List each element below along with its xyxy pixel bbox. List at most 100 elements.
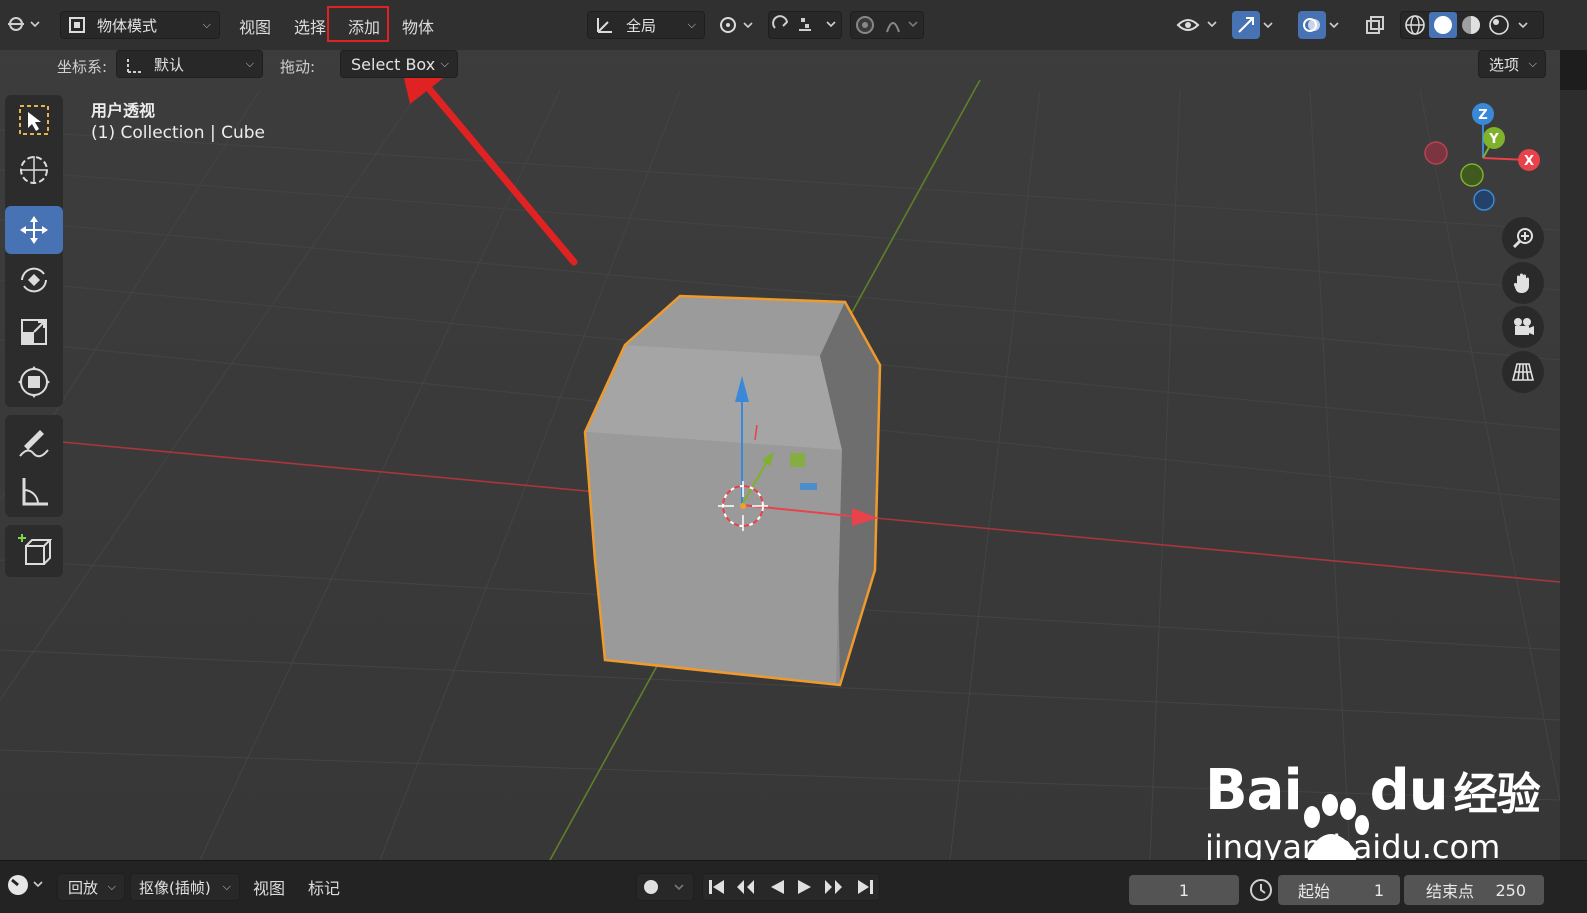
proportional-edit-button[interactable] [850, 11, 924, 39]
watermark-brand: Bai du 经验 [1205, 758, 1541, 863]
menu-select[interactable]: 选择 [294, 14, 326, 38]
solid-shading-icon[interactable] [1429, 12, 1457, 38]
pivot-point-button[interactable] [716, 11, 760, 39]
drag-action-dropdown[interactable]: Select Box ⌵ [340, 50, 458, 78]
hand-icon [1513, 273, 1529, 293]
measure-icon [22, 478, 48, 506]
jump-start-icon[interactable] [706, 877, 728, 897]
auto-keying-button[interactable] [636, 873, 694, 901]
transform-tool[interactable] [5, 358, 63, 406]
scale-tool[interactable] [5, 308, 63, 356]
clock-icon[interactable] [1248, 877, 1274, 903]
clock-icon [8, 875, 43, 895]
timeline-bar: 回放 ⌵ 抠像(插帧) ⌵ 视图 标记 1 起始 1 结束点 250 [0, 860, 1587, 913]
next-keyframe-icon[interactable] [822, 877, 848, 897]
tool-settings-bar: 坐标系: 默认 ⌵ 拖动: Select Box ⌵ 选项 ⌵ [0, 44, 1587, 86]
jump-end-icon[interactable] [854, 877, 876, 897]
overlay-icon [1298, 11, 1326, 39]
menu-object[interactable]: 物体 [402, 14, 434, 38]
start-frame-label: 起始 [1298, 882, 1331, 901]
end-frame-field[interactable]: 结束点 250 [1404, 875, 1544, 905]
drag-action-value: Select Box [351, 54, 436, 74]
transform-orientation-icon [127, 58, 142, 73]
timeline-menu-marker[interactable]: 标记 [308, 875, 340, 899]
chevron-down-icon[interactable] [1513, 14, 1535, 36]
current-frame-value: 1 [1178, 880, 1190, 900]
timeline-menu-view[interactable]: 视图 [253, 875, 285, 899]
object-mode-dropdown[interactable]: 物体模式 ⌵ [60, 11, 220, 39]
viewport-sidebar-edge[interactable] [1560, 90, 1587, 860]
view-name: 用户透视 [91, 101, 156, 120]
start-frame-value: 1 [1373, 880, 1384, 900]
watermark-brand-text: Bai [1205, 758, 1303, 823]
current-frame-field[interactable]: 1 [1129, 875, 1239, 905]
transform-orientation-icon [597, 18, 612, 33]
watermark-brand-text-2: du [1369, 758, 1449, 823]
editor-type-button[interactable] [6, 10, 50, 38]
perspective-toggle-button[interactable] [1502, 351, 1544, 393]
neg-y-axis-handle[interactable] [1460, 163, 1484, 187]
transform-icon [18, 366, 50, 398]
camera-icon [1514, 318, 1534, 335]
material-shading-icon[interactable] [1457, 14, 1485, 36]
select-box-tool[interactable] [5, 96, 63, 144]
end-frame-value: 250 [1495, 880, 1526, 900]
collection-info: (1) Collection | Cube [91, 123, 266, 143]
record-icon [644, 880, 684, 894]
navigation-gizmo[interactable]: Z Y X [1418, 98, 1548, 218]
end-frame-label: 结束点 [1426, 882, 1475, 901]
snap-icon [772, 15, 836, 31]
chevron-down-icon: ⌵ [1528, 57, 1537, 70]
keying-menu[interactable]: 抠像(插帧) ⌵ [130, 873, 240, 901]
grid-view-icon [1511, 363, 1535, 381]
play-icon[interactable] [794, 877, 816, 897]
snap-button[interactable] [768, 11, 842, 39]
annotate-tool[interactable] [5, 418, 63, 466]
add-cube-tool[interactable] [5, 528, 63, 576]
gizmo-toggle[interactable] [1232, 11, 1284, 39]
prev-keyframe-icon[interactable] [734, 877, 760, 897]
menu-view[interactable]: 视图 [239, 14, 271, 38]
object-mode-label: 物体模式 [97, 16, 158, 35]
rotate-tool[interactable] [5, 256, 63, 304]
visibility-dropdown[interactable] [1176, 11, 1224, 39]
rendered-shading-icon[interactable] [1485, 14, 1513, 36]
keying-menu-label: 抠像(插帧) [139, 878, 211, 897]
coord-label: 坐标系: [57, 58, 108, 76]
select-box-icon [19, 105, 49, 135]
blender-window: 物体模式 ⌵ 视图 选择 添加 物体 全局 ⌵ 坐标系: 默认 ⌵ 拖动: Se… [0, 0, 1587, 913]
camera-view-button[interactable] [1502, 306, 1544, 348]
overlay-toggle[interactable] [1298, 11, 1350, 39]
start-frame-field[interactable]: 起始 1 [1278, 875, 1400, 905]
playback-controls [702, 873, 880, 901]
wireframe-shading-icon[interactable] [1401, 14, 1429, 36]
chevron-down-icon: ⌵ [202, 18, 211, 31]
chevron-down-icon: ⌵ [245, 57, 254, 70]
chevron-down-icon [1263, 22, 1273, 29]
play-reverse-icon[interactable] [766, 877, 788, 897]
cursor-icon [20, 156, 48, 184]
xray-toggle[interactable] [1364, 11, 1392, 39]
cursor-tool[interactable] [5, 146, 63, 194]
chevron-down-icon [1329, 22, 1339, 29]
move-tool[interactable] [5, 206, 63, 254]
gizmo-icon [1232, 11, 1260, 39]
add-cube-icon [18, 534, 52, 565]
y-axis-label: Y [1488, 132, 1499, 147]
measure-tool[interactable] [5, 468, 63, 516]
scale-icon [21, 319, 47, 345]
transform-orientation-dropdown[interactable]: 全局 ⌵ [587, 11, 705, 39]
coord-system-dropdown[interactable]: 默认 ⌵ [116, 50, 263, 78]
zoom-icon [1512, 228, 1533, 249]
neg-x-axis-handle[interactable] [1424, 141, 1448, 165]
object-mode-icon [69, 17, 85, 33]
neg-z-axis-handle[interactable] [1473, 189, 1495, 211]
options-dropdown[interactable]: 选项 ⌵ [1478, 50, 1546, 78]
playback-menu[interactable]: 回放 ⌵ [57, 873, 125, 901]
z-axis-label: Z [1478, 108, 1487, 123]
zoom-button[interactable] [1502, 217, 1544, 259]
pan-button[interactable] [1502, 262, 1544, 304]
shading-mode-group [1400, 11, 1544, 39]
timeline-editor-type-button[interactable] [6, 871, 48, 899]
chevron-down-icon: ⌵ [222, 880, 231, 893]
